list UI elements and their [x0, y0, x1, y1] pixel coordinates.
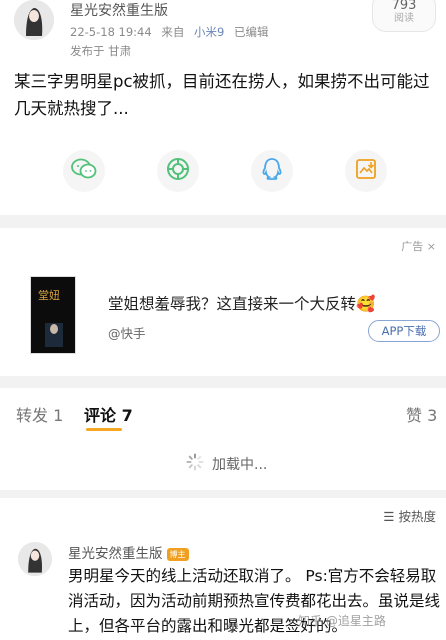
tab-active-indicator — [86, 428, 122, 431]
edited-label[interactable]: 已编辑 — [234, 25, 269, 39]
share-qq-button[interactable] — [251, 150, 293, 192]
moments-icon — [166, 157, 190, 185]
tab-comments[interactable]: 评论 7 — [84, 402, 133, 426]
loading-text: 加载中... — [212, 457, 268, 473]
comment-author[interactable]: 星光安然重生版 博主 — [68, 542, 189, 562]
author-badge: 博主 — [166, 547, 189, 561]
device-link[interactable]: 小米9 — [194, 25, 224, 39]
ad-thumbnail[interactable]: 堂妞 — [30, 276, 76, 354]
author-name[interactable]: 星光安然重生版 — [70, 0, 168, 20]
post-date: 22-5-18 19:44 — [70, 25, 152, 39]
sort-label: 按热度 — [398, 509, 436, 524]
share-moments-button[interactable] — [157, 150, 199, 192]
from-label: 来自 — [161, 25, 185, 39]
comment-avatar[interactable] — [18, 542, 52, 576]
tab-likes[interactable]: 赞 3 — [406, 402, 437, 426]
views-badge: 793 阅读 — [372, 0, 436, 32]
ad-card[interactable]: 广告 × 堂妞 堂姐想羞辱我？这直接来一个大反转🥰 @快手 APP下载 — [0, 228, 446, 376]
post-meta: 22-5-18 19:44 来自 小米9 已编辑 — [70, 24, 268, 40]
loading-row: 加载中... — [0, 440, 446, 490]
views-count: 793 — [391, 0, 417, 13]
post-card: 星光安然重生版 22-5-18 19:44 来自 小米9 已编辑 发布于 甘肃 … — [0, 0, 446, 215]
tab-bar: 转发 1 评论 7 赞 3 — [0, 388, 446, 440]
share-wechat-button[interactable] — [63, 150, 105, 192]
svg-text:堂妞: 堂妞 — [38, 288, 60, 302]
post-body: 某三字男明星pc被抓，目前还在捞人，如果捞不出可能过几天就热搜了... — [14, 72, 430, 118]
qq-icon — [261, 157, 283, 185]
sort-icon: ☰ — [383, 509, 395, 524]
ad-source: @快手 — [108, 326, 146, 341]
watermark: 知乎 @追星主路 — [298, 614, 386, 628]
save-image-icon — [355, 158, 377, 184]
sort-by-hot-button[interactable]: ☰ 按热度 — [383, 506, 436, 525]
ad-close-tag[interactable]: 广告 × — [401, 238, 436, 254]
loading-spinner-icon — [186, 453, 204, 475]
comments-section: ☰ 按热度 星光安然重生版 博主 男明星今天的线上活动还取消了。 Ps:官方不会轻… — [0, 498, 446, 640]
post-location: 发布于 甘肃 — [70, 44, 132, 58]
tab-reposts[interactable]: 转发 1 — [16, 402, 63, 426]
comment-author-name[interactable]: 星光安然重生版 — [68, 546, 163, 562]
share-save-image-button[interactable] — [345, 150, 387, 192]
author-avatar[interactable] — [14, 0, 54, 40]
app-download-button[interactable]: APP下载 — [368, 320, 440, 342]
ad-headline[interactable]: 堂姐想羞辱我？这直接来一个大反转🥰 — [108, 292, 375, 314]
views-label: 阅读 — [394, 13, 414, 24]
wechat-icon — [71, 158, 97, 184]
